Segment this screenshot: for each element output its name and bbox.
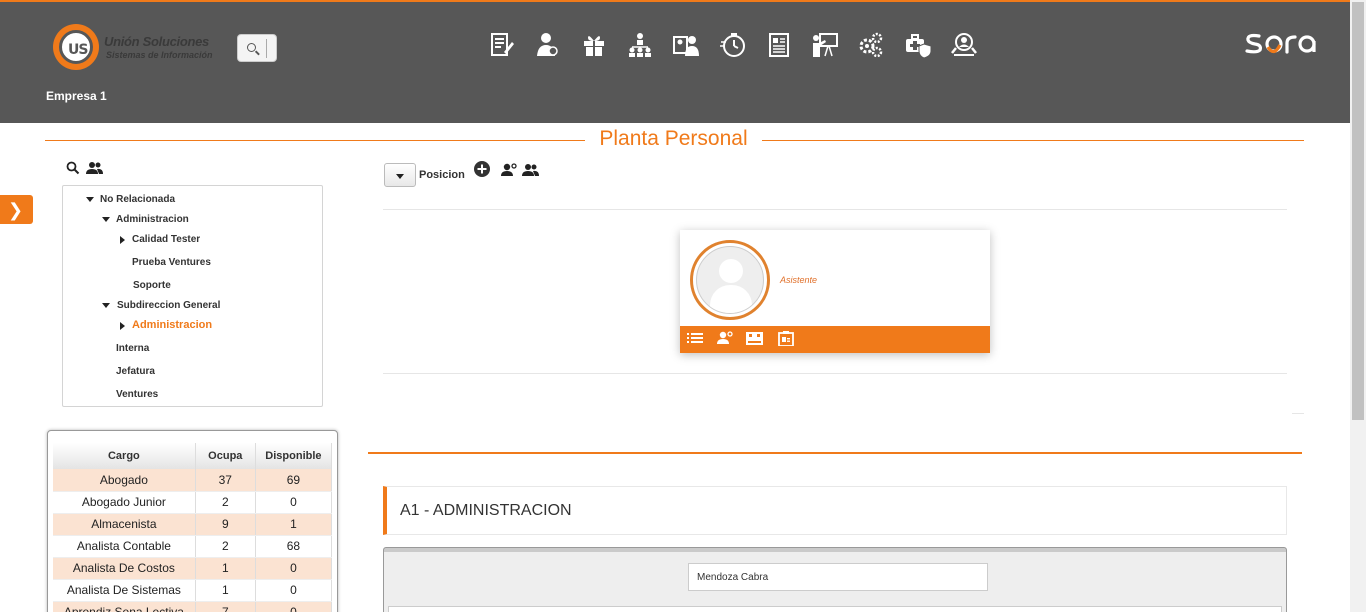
union-soluciones-logo[interactable]: US Unión Soluciones Sistemas de Informac…	[53, 24, 228, 70]
column-header[interactable]: Cargo	[53, 443, 196, 469]
clipboard-icon[interactable]	[778, 331, 796, 347]
person-name: Mendoza Cabra	[697, 572, 769, 583]
timer-icon[interactable]	[719, 31, 747, 59]
logo-subtitle: Sistemas de Información	[106, 50, 213, 60]
health-shield-icon[interactable]	[904, 31, 932, 59]
title-divider-right	[762, 140, 1304, 141]
id-badge-icon[interactable]	[746, 331, 764, 347]
vertical-scrollbar[interactable]	[1350, 0, 1366, 612]
global-search-button[interactable]	[237, 34, 277, 62]
caret-down-icon[interactable]	[102, 217, 110, 222]
positions-summary-table: Cargo Ocupa Disponible Abogado 37 69 Aboga…	[47, 430, 338, 612]
user-assign-icon[interactable]	[501, 163, 517, 182]
tree-node[interactable]: Soporte	[133, 280, 171, 291]
tree-node[interactable]: Interna	[116, 343, 149, 354]
tree-node[interactable]: Prueba Ventures	[132, 257, 211, 268]
logo-name: Unión Soluciones	[104, 34, 209, 49]
section-title: A1 - ADMINISTRACION	[400, 502, 572, 519]
column-header[interactable]: Ocupa	[195, 443, 256, 469]
chevron-right-icon: ❯	[8, 200, 24, 220]
table-row[interactable]: Abogado 37 69	[53, 469, 333, 492]
add-circle-icon[interactable]	[474, 161, 490, 182]
user-search-icon[interactable]	[950, 31, 978, 59]
title-divider-left	[45, 140, 585, 141]
tree-node[interactable]: Ventures	[116, 389, 158, 400]
page-title: Planta Personal	[599, 127, 748, 150]
table-row[interactable]	[388, 606, 1282, 612]
caret-right-icon[interactable]	[120, 236, 125, 244]
person-name-field[interactable]: Mendoza Cabra	[688, 563, 988, 591]
logo-mark: US	[53, 24, 99, 70]
section-header: A1 - ADMINISTRACION	[383, 486, 1287, 535]
search-icon[interactable]	[66, 161, 80, 180]
org-tree: No Relacionada Administracion Calidad Te…	[62, 185, 323, 407]
sidebar-toggle-button[interactable]: ❯	[0, 195, 33, 224]
top-header: US Unión Soluciones Sistemas de Informac…	[0, 0, 1350, 123]
table-row[interactable]: Analista De Costos 1 0	[53, 557, 333, 580]
column-header[interactable]: Disponible	[255, 443, 333, 469]
table-row[interactable]: Aprendiz Sena Lectiva 7 0	[53, 601, 333, 612]
tree-node[interactable]: Calidad Tester	[132, 234, 200, 245]
tree-node[interactable]: No Relacionada	[100, 194, 175, 205]
table-row[interactable]: Analista De Sistemas 1 0	[53, 579, 333, 602]
sora-logo	[1245, 28, 1321, 58]
avatar	[690, 240, 770, 320]
report-icon[interactable]	[765, 31, 793, 59]
org-chart-icon[interactable]	[626, 31, 654, 59]
tree-node-selected[interactable]: Administracion	[132, 319, 212, 331]
divider	[1292, 413, 1304, 414]
card-action-bar	[680, 326, 990, 353]
document-edit-icon[interactable]	[487, 31, 515, 59]
divider	[383, 209, 1287, 210]
card-role-label: Asistente	[780, 275, 818, 285]
position-label: Posicion	[419, 169, 465, 181]
caret-right-icon[interactable]	[120, 322, 125, 330]
employee-icon[interactable]	[533, 31, 561, 59]
table-row[interactable]: Analista Contable 2 68	[53, 535, 333, 558]
scrollbar-thumb[interactable]	[1352, 2, 1364, 420]
users-group-icon[interactable]	[522, 163, 540, 182]
tree-node[interactable]: Administracion	[116, 214, 189, 225]
tree-node[interactable]: Jefatura	[116, 366, 155, 377]
caret-down-icon[interactable]	[86, 197, 94, 202]
presentation-icon[interactable]	[811, 31, 839, 59]
position-card[interactable]: Asistente	[680, 230, 990, 353]
table-row[interactable]: Abogado Junior 2 0	[53, 491, 333, 514]
user-assign-icon[interactable]	[716, 331, 734, 347]
position-dropdown[interactable]	[384, 163, 416, 187]
list-icon[interactable]	[687, 331, 705, 347]
id-card-user-icon[interactable]	[672, 31, 700, 59]
users-group-icon[interactable]	[86, 161, 104, 180]
gift-icon[interactable]	[580, 31, 608, 59]
company-name: Empresa 1	[46, 89, 107, 103]
tree-node[interactable]: Subdireccion General	[117, 300, 220, 311]
section-divider	[368, 452, 1302, 454]
settings-gears-icon[interactable]	[857, 31, 885, 59]
caret-down-icon[interactable]	[102, 303, 110, 308]
search-icon	[247, 43, 256, 52]
caret-down-icon	[396, 174, 404, 179]
divider	[383, 373, 1287, 374]
table-row[interactable]: Almacenista 9 1	[53, 513, 333, 536]
staff-grid: Mendoza Cabra	[383, 547, 1287, 612]
